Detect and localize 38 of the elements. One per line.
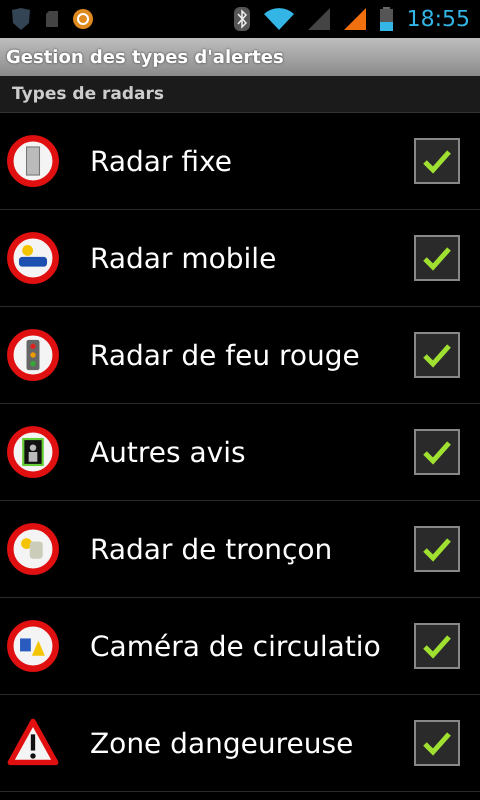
checkmark-icon — [422, 439, 452, 465]
checkmark-icon — [422, 730, 452, 756]
road-sign-icon — [6, 328, 60, 382]
checkbox[interactable] — [414, 526, 460, 572]
road-sign-icon — [6, 134, 60, 188]
checkmark-icon — [422, 342, 452, 368]
wifi-icon — [264, 8, 294, 30]
checkmark-icon — [422, 536, 452, 562]
item-label[interactable]: Autres avis — [90, 436, 410, 468]
battery-icon — [380, 7, 393, 31]
checkmark-icon — [422, 245, 452, 271]
road-sign-icon — [6, 425, 60, 479]
road-sign-icon — [6, 231, 60, 285]
checkmark-icon — [422, 148, 452, 174]
checkmark-icon — [422, 633, 452, 659]
shield-icon — [10, 7, 32, 31]
clock: 18:55 — [406, 6, 470, 32]
bluetooth-icon — [234, 7, 250, 31]
section-header: Types de radars — [0, 76, 480, 113]
item-label[interactable]: Zone dangeureuse — [90, 726, 410, 760]
signal-icon — [308, 8, 330, 30]
checkbox[interactable] — [414, 429, 460, 475]
item-label[interactable]: Radar mobile — [90, 242, 410, 274]
checkbox[interactable] — [414, 138, 460, 184]
road-sign-icon — [6, 619, 60, 673]
ring-icon — [72, 8, 94, 30]
item-label[interactable]: Radar de feu rouge — [90, 338, 410, 372]
item-label[interactable]: Caméra de circulatio — [90, 630, 410, 662]
item-label[interactable]: Radar fixe — [90, 144, 410, 178]
sd-card-icon — [46, 11, 58, 27]
window-title: Gestion des types d'alertes — [0, 38, 480, 76]
checkbox[interactable] — [414, 235, 460, 281]
item-label[interactable]: Radar de tronçon — [90, 532, 410, 566]
road-sign-icon — [6, 522, 60, 576]
signal-icon — [344, 8, 366, 30]
checkbox[interactable] — [414, 720, 460, 766]
checkbox[interactable] — [414, 623, 460, 669]
checkbox[interactable] — [414, 332, 460, 378]
